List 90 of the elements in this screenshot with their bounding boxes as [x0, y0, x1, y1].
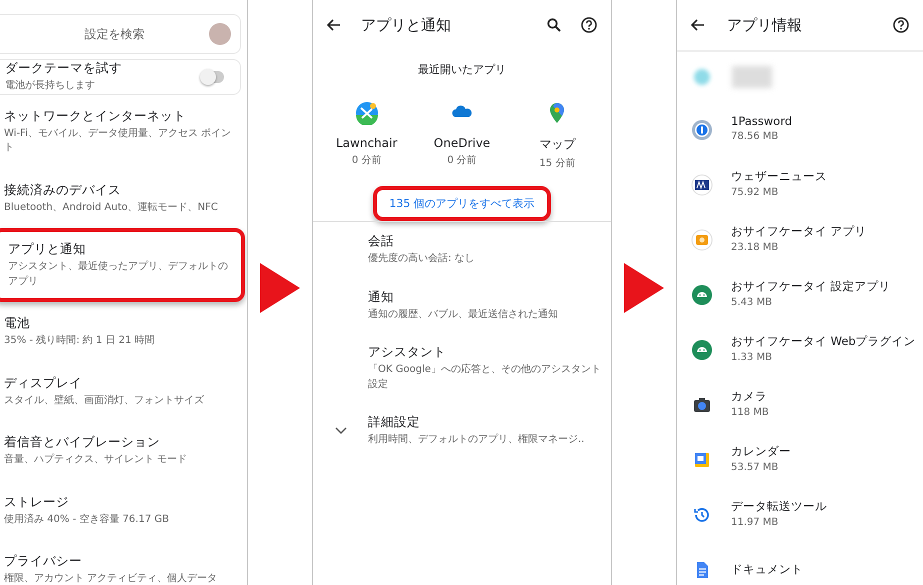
setting-title: アシスタント	[368, 344, 447, 361]
setting-subtitle: スタイル、壁紙、画面消灯、フォントサイズ	[4, 394, 205, 408]
help-icon[interactable]	[893, 17, 909, 33]
app-name: おサイフケータイ アプリ	[731, 224, 867, 239]
settings-item[interactable]: 電池 35% - 残り時間: 約 1 日 21 時間	[0, 302, 247, 362]
setting-title: 会話	[368, 233, 395, 250]
last-opened-time: 0 分前	[447, 154, 477, 167]
settings-item[interactable]: プライバシー 権限、アカウント アクティビティ、個人データ	[0, 540, 247, 585]
setting-title: ネットワークとインターネット	[4, 108, 187, 124]
setting-subtitle: 通知の履歴、バブル、最近送信された通知	[368, 308, 558, 322]
setting-subtitle: 35% - 残り時間: 約 1 日 21 時間	[4, 334, 156, 348]
app-size: 78.56 MB	[731, 130, 780, 144]
app-name: おサイフケータイ Webプラグイン	[731, 334, 916, 349]
app-list-item[interactable]: ウェザーニュース 75.92 MB	[677, 157, 923, 212]
setting-subtitle: 電池が長持ちします	[5, 79, 96, 93]
setting-subtitle: 権限、アカウント アクティビティ、個人データ	[4, 572, 218, 585]
app-list-item[interactable]: 1Password 78.56 MB	[677, 102, 923, 157]
toggle-switch[interactable]	[202, 70, 224, 83]
app-name: OneDrive	[434, 136, 490, 150]
app-list-item[interactable]: おサイフケータイ 設定アプリ 5.43 MB	[677, 267, 923, 322]
settings-item[interactable]: 接続済みのデバイス Bluetooth、Android Auto、運転モード、NFC	[0, 168, 247, 228]
keyhole-icon	[691, 118, 713, 140]
last-opened-time: 15 分前	[539, 157, 576, 170]
app-name: ウェザーニュース	[731, 168, 827, 184]
help-icon[interactable]	[581, 17, 597, 33]
settings-item[interactable]: アシスタント 「OK Google」への応答と、その他のアシスタント設定	[313, 333, 611, 403]
setting-title: ディスプレイ	[4, 374, 83, 392]
app-name: マップ	[539, 136, 576, 153]
app-size: 11.97 MB	[731, 516, 780, 530]
setting-title: アプリと通知	[8, 241, 87, 258]
app-size: 75.92 MB	[731, 186, 780, 200]
app-name: 1Password	[731, 114, 792, 128]
pointer-arrow-icon	[624, 262, 664, 312]
blurred-app-icon	[694, 69, 710, 85]
setting-subtitle: 優先度の高い会話: なし	[368, 252, 475, 266]
app-list-item[interactable]: カレンダー 53.57 MB	[677, 432, 923, 487]
screen-title: アプリと通知	[361, 16, 451, 34]
app-name: カレンダー	[731, 444, 791, 459]
app-list-item[interactable]: データ転送ツール 11.97 MB	[677, 487, 923, 542]
app-list-item[interactable]: おサイフケータイ アプリ 23.18 MB	[677, 212, 923, 267]
settings-item[interactable]: アプリと通知 アシスタント、最近使ったアプリ、デフォルトのアプリ	[0, 228, 245, 302]
setting-title: プライバシー	[4, 553, 83, 570]
app-name: データ転送ツール	[731, 498, 827, 514]
settings-item[interactable]: 詳細設定 利用時間、デフォルトのアプリ、権限マネージ..	[313, 403, 611, 458]
see-all-apps-link[interactable]: 135 個のアプリをすべて表示	[373, 186, 551, 221]
setting-subtitle: 「OK Google」への応答と、その他のアシスタント設定	[368, 363, 601, 392]
wallet-icon	[691, 228, 713, 250]
app-list-item[interactable]: カメラ 118 MB	[677, 377, 923, 432]
search-icon[interactable]	[547, 18, 561, 32]
last-opened-time: 0 分前	[352, 154, 382, 167]
setting-subtitle: アシスタント、最近使ったアプリ、デフォルトのアプリ	[8, 260, 229, 288]
chevron-down-icon[interactable]	[334, 426, 346, 435]
setting-subtitle: Wi-Fi、モバイル、データ使用量、アクセス ポイント	[4, 126, 232, 155]
setting-title: 電池	[4, 315, 31, 332]
settings-item[interactable]: 着信音とバイブレーション 音量、ハプティクス、サイレント モード	[0, 421, 247, 480]
blurred-text	[732, 66, 772, 88]
app-size: 1.33 MB	[731, 350, 773, 365]
setting-subtitle: 音量、ハプティクス、サイレント モード	[4, 453, 188, 467]
setting-title: ストレージ	[4, 494, 70, 510]
app-list-item[interactable]: おサイフケータイ Webプラグイン 1.33 MB	[677, 322, 923, 377]
setting-subtitle: 利用時間、デフォルトのアプリ、権限マネージ..	[368, 433, 584, 447]
app-size: 53.57 MB	[731, 460, 780, 475]
app-size: 5.43 MB	[731, 296, 773, 310]
back-arrow-icon[interactable]	[691, 19, 705, 31]
settings-item[interactable]: 通知 通知の履歴、バブル、最近送信された通知	[313, 278, 611, 333]
app-name: ドキュメント	[731, 562, 803, 577]
setting-title: 通知	[368, 288, 395, 306]
setting-subtitle: Bluetooth、Android Auto、運転モード、NFC	[4, 200, 219, 214]
app-list-item[interactable]: ドキュメント	[677, 542, 923, 585]
back-arrow-icon[interactable]	[327, 19, 341, 31]
app-name: Lawnchair	[336, 136, 398, 150]
app-name: カメラ	[731, 388, 768, 404]
setting-title: 接続済みのデバイス	[4, 182, 122, 198]
news-icon	[691, 174, 713, 196]
pointer-arrow-icon	[260, 262, 300, 312]
setting-title: ダークテーマを試す	[5, 60, 122, 77]
settings-item[interactable]: ネットワークとインターネット Wi-Fi、モバイル、データ使用量、アクセス ポイント	[0, 94, 247, 168]
android-icon	[691, 284, 713, 306]
app-size: 23.18 MB	[731, 240, 780, 255]
settings-item[interactable]: ストレージ 使用済み 40% - 空き容量 76.17 GB	[0, 480, 247, 540]
section-heading: 最近開いたアプリ	[417, 62, 507, 77]
setting-subtitle: 使用済み 40% - 空き容量 76.17 GB	[4, 512, 170, 526]
screen-title: アプリ情報	[727, 16, 802, 34]
settings-item[interactable]: ディスプレイ スタイル、壁紙、画面消灯、フォントサイズ	[0, 362, 247, 421]
setting-title: 詳細設定	[368, 414, 421, 431]
setting-title: 着信音とバイブレーション	[4, 434, 161, 451]
android-icon	[691, 338, 713, 360]
app-size: 118 MB	[731, 406, 769, 420]
app-name: おサイフケータイ 設定アプリ	[731, 278, 891, 294]
settings-item[interactable]: 会話 優先度の高い会話: なし	[313, 222, 611, 278]
